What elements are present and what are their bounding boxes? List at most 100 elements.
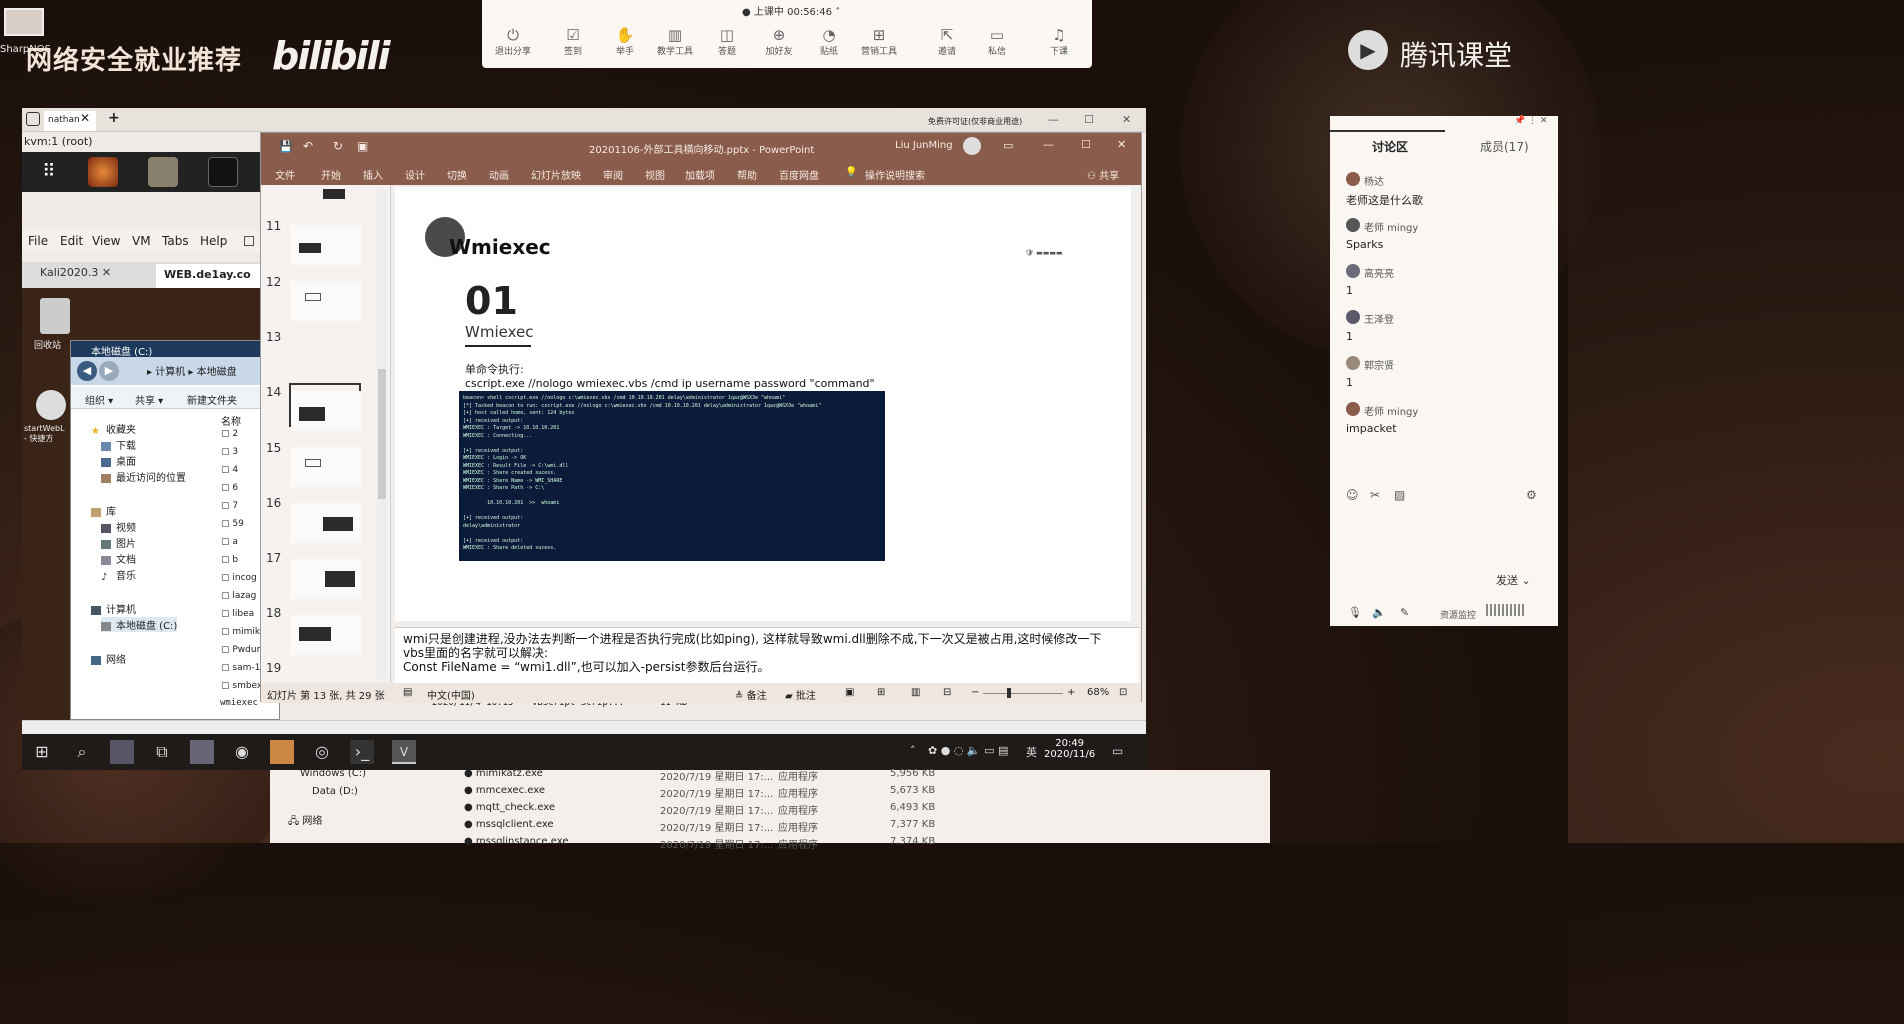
- apps-grid-icon[interactable]: ⠿: [34, 157, 64, 187]
- vmware-icon[interactable]: V: [392, 740, 416, 764]
- save-icon[interactable]: 💾: [279, 140, 293, 153]
- nav-network[interactable]: 🖧 网络: [288, 812, 322, 831]
- notes-button[interactable]: ≜ 备注: [735, 687, 767, 702]
- menu-file[interactable]: File: [28, 234, 48, 248]
- tray-chevron-icon[interactable]: ˄: [910, 744, 916, 757]
- ribbon-slideshow[interactable]: 幻灯片放映: [531, 167, 581, 182]
- undo-icon[interactable]: ↶: [303, 139, 313, 153]
- file-row[interactable]: ▢ a: [221, 537, 238, 547]
- taskbar-app-icon[interactable]: ⧉: [150, 740, 174, 764]
- tab-members[interactable]: 成员(17): [1480, 138, 1529, 155]
- add-friend-button[interactable]: ⊕ 加好友: [754, 26, 804, 57]
- nav-favorites[interactable]: ★ 收藏夹: [91, 421, 136, 437]
- marketing-tools-button[interactable]: ⊞ 营销工具: [854, 26, 904, 57]
- file-row[interactable]: ▢ 4: [221, 465, 238, 475]
- pin-icon[interactable]: 📌 ⋮ ✕: [1514, 116, 1547, 126]
- menu-tabs[interactable]: Tabs: [162, 234, 189, 248]
- ribbon-baidu[interactable]: 百度网盘: [779, 167, 819, 182]
- slide-thumb[interactable]: [291, 615, 361, 655]
- teaching-tools-button[interactable]: ▥ 教学工具: [650, 26, 700, 57]
- nav-videos[interactable]: 视频: [101, 519, 136, 534]
- mute-icon[interactable]: ✎: [1400, 606, 1409, 619]
- zoom-level[interactable]: 68%: [1087, 687, 1109, 698]
- stop-share-button[interactable]: ⏻ 退出分享: [488, 26, 538, 57]
- sorter-view-icon[interactable]: ⊞: [877, 687, 885, 698]
- drive-d[interactable]: Data (D:): [312, 786, 358, 797]
- zoom-in-icon[interactable]: +: [1067, 687, 1075, 698]
- nav-computer[interactable]: 计算机: [91, 601, 136, 616]
- slide-thumb[interactable]: [291, 447, 361, 487]
- file-row[interactable]: ▢ Pwdum: [221, 645, 265, 655]
- minimize-icon[interactable]: —: [1048, 113, 1059, 126]
- image-icon[interactable]: ▨: [1394, 488, 1405, 502]
- ribbon-help[interactable]: 帮助: [737, 167, 757, 182]
- file-row[interactable]: ▢ 6: [221, 483, 238, 493]
- nav-local-disk[interactable]: 本地磁盘 (C:): [101, 617, 178, 632]
- ime-indicator[interactable]: 英: [1026, 744, 1037, 760]
- slide-thumb[interactable]: [291, 391, 361, 431]
- taskbar-app-icon[interactable]: [190, 740, 214, 764]
- ribbon-animations[interactable]: 动画: [489, 167, 509, 182]
- file-name[interactable]: ● mqtt_check.exe: [464, 802, 555, 813]
- file-row[interactable]: ▢ b: [221, 555, 238, 565]
- speaker-notes[interactable]: wmi只是创建进程,没办法去判断一个进程是否执行完成(比如ping), 这样就导…: [395, 627, 1139, 683]
- normal-view-icon[interactable]: ▣: [845, 687, 854, 698]
- terminal-icon[interactable]: ›_: [350, 740, 374, 764]
- files-icon[interactable]: [148, 157, 178, 187]
- file-row[interactable]: ▢ 2: [221, 429, 238, 439]
- avatar[interactable]: [963, 137, 981, 155]
- present-icon[interactable]: ▣: [357, 139, 368, 153]
- private-message-button[interactable]: ▭ 私信: [972, 26, 1022, 57]
- browser-icon[interactable]: ◉: [230, 740, 254, 764]
- spellcheck-icon[interactable]: ▤: [403, 687, 412, 698]
- nav-desktop[interactable]: 桌面: [101, 453, 136, 468]
- resource-monitor[interactable]: 资源监控: [1440, 608, 1476, 621]
- file-name[interactable]: ● mmcexec.exe: [464, 785, 545, 796]
- settings-icon[interactable]: ⚙: [1526, 488, 1537, 502]
- share-button[interactable]: 共享 ▾: [135, 392, 163, 407]
- slide-thumb[interactable]: [291, 281, 361, 321]
- search-icon[interactable]: ⌕: [70, 740, 94, 764]
- tab-web[interactable]: WEB.de1ay.co: [156, 264, 276, 288]
- close-icon[interactable]: ✕: [102, 266, 111, 279]
- app-icon[interactable]: [4, 8, 44, 36]
- ribbon-addins[interactable]: 加载项: [685, 167, 715, 182]
- close-icon[interactable]: ✕: [1117, 138, 1126, 151]
- thumbs-scrollbar[interactable]: [377, 189, 387, 679]
- file-row[interactable]: ▢ lazag: [221, 591, 256, 601]
- nav-libraries[interactable]: 库: [91, 503, 116, 518]
- comments-button[interactable]: ▰ 批注: [785, 687, 816, 702]
- file-row[interactable]: ▢ libea: [221, 609, 254, 619]
- terminal-icon[interactable]: [208, 157, 238, 187]
- tab-discussion[interactable]: 讨论区: [1372, 138, 1408, 155]
- sign-in-button[interactable]: ☑ 签到: [548, 26, 598, 57]
- chevron-up-icon[interactable]: ˄: [835, 7, 840, 18]
- file-row[interactable]: ▢ smbex: [221, 681, 262, 691]
- emoji-icon[interactable]: ☺: [1346, 488, 1359, 502]
- tab-kali[interactable]: Kali2020.3 ✕: [40, 266, 111, 279]
- speaker-icon[interactable]: 🔈: [1372, 606, 1386, 619]
- organize-button[interactable]: 组织 ▾: [85, 392, 113, 407]
- clock[interactable]: 20:49 2020/11/6: [1044, 738, 1095, 760]
- add-tab-icon[interactable]: +: [108, 110, 120, 126]
- nav-recent[interactable]: 最近访问的位置: [101, 469, 186, 484]
- firefox-icon[interactable]: [88, 157, 118, 187]
- menu-help[interactable]: Help: [200, 234, 227, 248]
- reading-view-icon[interactable]: ▥: [911, 687, 920, 698]
- slide-scrollbar[interactable]: [1131, 187, 1139, 621]
- vm-toolbar-icon[interactable]: [244, 236, 254, 246]
- slide-thumb[interactable]: [291, 225, 361, 265]
- ribbon-transitions[interactable]: 切换: [447, 167, 467, 182]
- nav-documents[interactable]: 文档: [101, 551, 136, 566]
- nav-downloads[interactable]: 下载: [101, 437, 136, 452]
- nav-pictures[interactable]: 图片: [101, 535, 136, 550]
- maximize-icon[interactable]: ☐: [1081, 138, 1091, 151]
- file-row[interactable]: ▢ 59: [221, 519, 244, 529]
- zoom-out-icon[interactable]: −: [971, 687, 979, 698]
- drive-c[interactable]: Windows (C:): [300, 768, 366, 779]
- microphone-icon[interactable]: 🎙: [1348, 606, 1362, 619]
- ribbon-design[interactable]: 设计: [405, 167, 425, 182]
- menu-edit[interactable]: Edit: [60, 234, 83, 248]
- file-row[interactable]: ▢ 7: [221, 501, 238, 511]
- menu-vm[interactable]: VM: [132, 234, 151, 248]
